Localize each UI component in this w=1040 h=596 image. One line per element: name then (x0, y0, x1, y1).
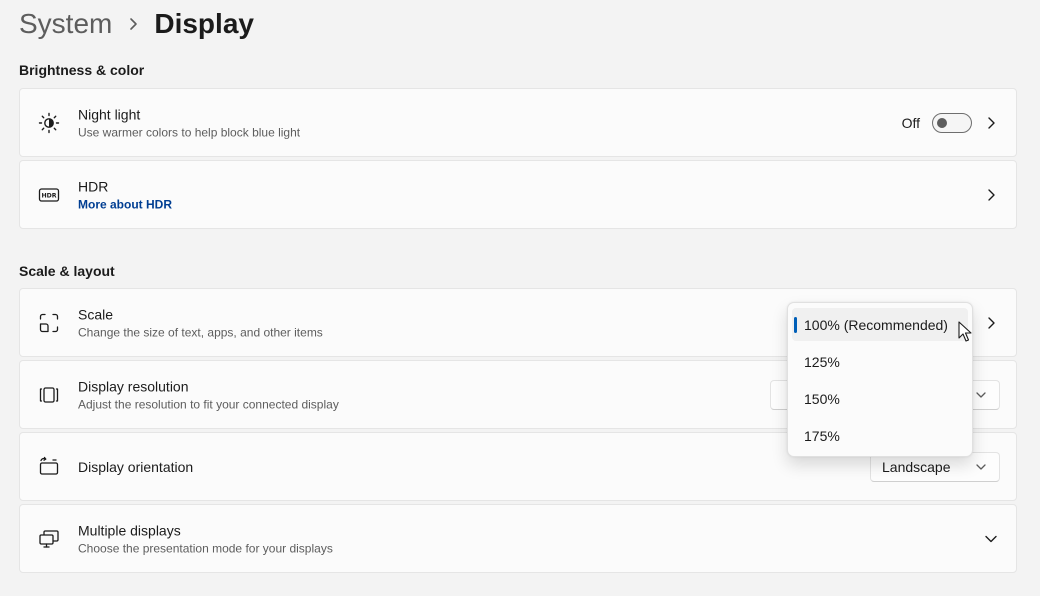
hdr-text: HDR More about HDR (78, 177, 172, 212)
night-light-card[interactable]: Night light Use warmer colors to help bl… (19, 88, 1017, 157)
multiple-displays-title: Multiple displays (78, 522, 181, 538)
hdr-title: HDR (78, 178, 109, 194)
night-light-icon (38, 112, 60, 134)
section-title-brightness: Brightness & color (19, 62, 145, 78)
multiple-displays-card[interactable]: Multiple displays Choose the presentatio… (19, 504, 1017, 573)
breadcrumb-chevron-icon (128, 17, 138, 31)
scale-option-label: 125% (804, 353, 840, 370)
scale-option-label: 100% (Recommended) (804, 316, 948, 333)
resolution-icon (38, 384, 60, 406)
scale-text: Scale Change the size of text, apps, and… (78, 305, 323, 340)
chevron-right-icon[interactable] (984, 316, 998, 330)
orientation-icon (38, 456, 60, 478)
scale-option-label: 150% (804, 390, 840, 407)
multiple-displays-text: Multiple displays Choose the presentatio… (78, 521, 333, 556)
night-light-title: Night light (78, 106, 141, 122)
breadcrumb: System Display (19, 4, 254, 44)
svg-text:HDR: HDR (41, 192, 56, 199)
scale-option-125[interactable]: 125% (792, 345, 968, 378)
display-resolution-title: Display resolution (78, 378, 189, 394)
night-light-toggle-group: Off (901, 112, 972, 133)
night-light-text: Night light Use warmer colors to help bl… (78, 105, 300, 140)
mouse-cursor-icon (958, 321, 972, 348)
multiple-displays-icon (38, 528, 60, 550)
display-resolution-subtitle: Adjust the resolution to fit your connec… (78, 397, 339, 411)
night-light-subtitle: Use warmer colors to help block blue lig… (78, 125, 301, 139)
scale-subtitle: Change the size of text, apps, and other… (78, 325, 323, 339)
scale-option-label: 175% (804, 427, 840, 444)
section-title-scale-layout: Scale & layout (19, 263, 115, 279)
scale-option-175[interactable]: 175% (792, 419, 968, 452)
display-orientation-value: Landscape (882, 458, 951, 475)
chevron-down-icon (975, 461, 987, 473)
page-title: Display (154, 8, 254, 39)
scale-title: Scale (78, 306, 114, 322)
chevron-down-icon[interactable] (984, 532, 998, 546)
breadcrumb-system[interactable]: System (19, 8, 112, 40)
scale-option-150[interactable]: 150% (792, 382, 968, 415)
toggle-knob (937, 117, 947, 128)
night-light-toggle-state: Off (901, 114, 920, 131)
display-resolution-text: Display resolution Adjust the resolution… (78, 377, 339, 412)
chevron-right-icon[interactable] (984, 116, 998, 130)
display-orientation-title: Display orientation (78, 458, 194, 475)
night-light-toggle[interactable] (932, 112, 972, 133)
scale-dropdown-menu: 100% (Recommended) 125% 150% 175% (787, 302, 973, 457)
hdr-icon: HDR (38, 184, 60, 206)
hdr-card[interactable]: HDR HDR More about HDR (19, 160, 1017, 229)
more-about-hdr-link[interactable]: More about HDR (78, 196, 172, 212)
display-orientation-text: Display orientation (78, 458, 193, 476)
scale-option-100[interactable]: 100% (Recommended) (792, 308, 968, 341)
multiple-displays-subtitle: Choose the presentation mode for your di… (78, 541, 333, 555)
scale-icon (38, 312, 60, 334)
selection-indicator (794, 317, 797, 333)
display-settings-page: System Display Brightness & color Night … (0, 0, 1040, 596)
chevron-right-icon[interactable] (984, 188, 998, 202)
chevron-down-icon (975, 389, 987, 401)
